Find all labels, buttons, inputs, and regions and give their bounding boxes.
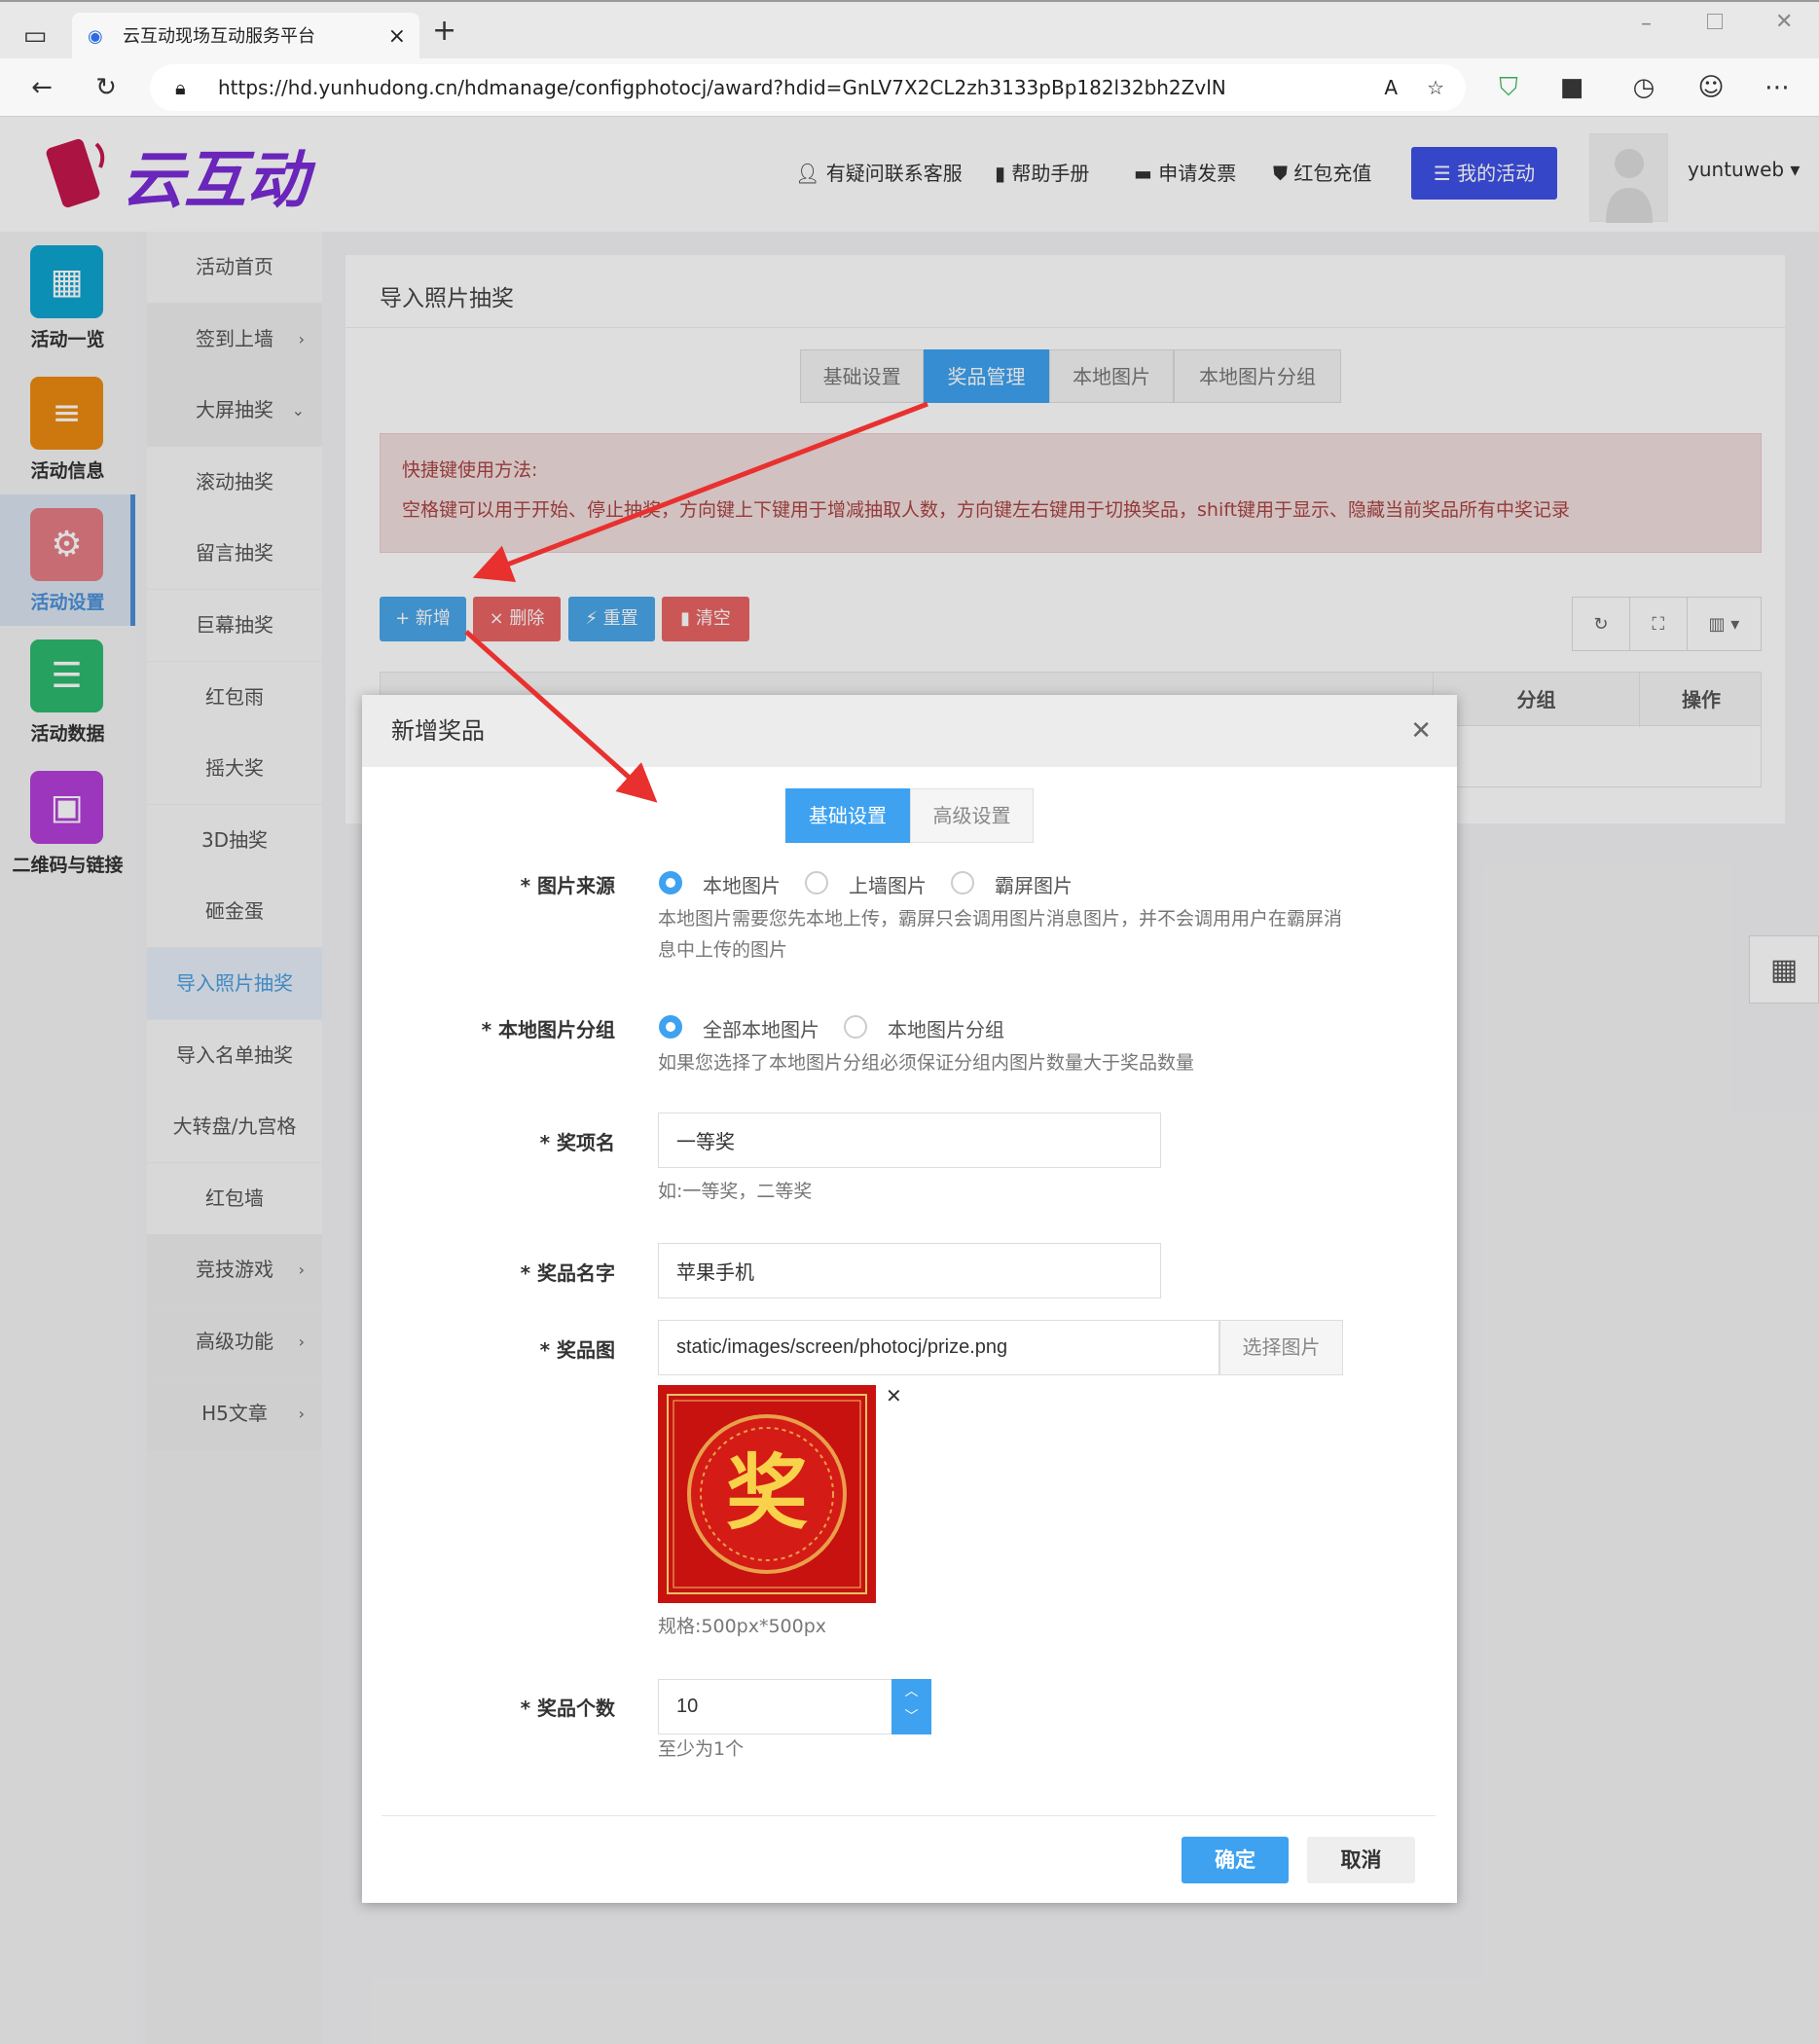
close-tab-icon[interactable]: ×: [388, 13, 406, 60]
svg-text:奖: 奖: [726, 1445, 808, 1541]
prize-label: * 奖品名字: [520, 1261, 615, 1285]
decrement-icon[interactable]: ﹀: [891, 1704, 931, 1730]
modal-title: 新增奖品: [391, 717, 485, 745]
image-spec: 规格:500px*500px: [658, 1616, 827, 1637]
lock-icon: 🔒︎: [175, 76, 186, 99]
extension-icon[interactable]: ■: [1552, 58, 1591, 117]
close-icon[interactable]: ✕: [1410, 695, 1432, 767]
group-help: 如果您选择了本地图片分组必须保证分组内图片数量大于奖品数量: [658, 1052, 1195, 1074]
tab-basic-settings[interactable]: 基础设置: [785, 788, 910, 843]
profile-icon[interactable]: ☺: [1692, 58, 1730, 117]
refresh-icon[interactable]: ↻: [87, 58, 126, 117]
award-name-input[interactable]: [658, 1113, 1161, 1168]
radio-local-image[interactable]: [659, 871, 682, 894]
source-label: * 图片来源: [520, 874, 615, 897]
count-help: 至少为1个: [658, 1738, 745, 1760]
read-aloud-icon[interactable]: A: [1384, 64, 1398, 111]
favicon-icon: ◉: [88, 26, 103, 47]
count-stepper[interactable]: ︿ ﹀: [891, 1679, 931, 1734]
prize-count-input[interactable]: [658, 1679, 892, 1734]
close-window-button[interactable]: ✕: [1775, 10, 1793, 34]
award-label: * 奖项名: [539, 1131, 615, 1154]
modal-header: 新增奖品 ✕: [362, 695, 1457, 767]
favorite-icon[interactable]: ☆: [1427, 64, 1444, 111]
option-label: 本地图片: [703, 874, 781, 897]
more-icon[interactable]: ⋯: [1758, 58, 1797, 117]
back-icon[interactable]: ←: [22, 58, 61, 117]
image-path-input[interactable]: [658, 1320, 1219, 1375]
radio-bapin-image[interactable]: [951, 871, 974, 894]
extension-shield-icon[interactable]: ⛉: [1489, 58, 1528, 117]
tab-title: 云互动现场互动服务平台: [123, 26, 315, 47]
browser-tab-strip: ▭ ◉ 云互动现场互动服务平台 × + – ✕: [0, 0, 1819, 60]
increment-icon[interactable]: ︿: [891, 1679, 931, 1704]
prize-image-preview: 奖: [658, 1385, 876, 1603]
add-prize-modal: 新增奖品 ✕ 基础设置 高级设置 * 图片来源 本地图片 上墙图片 霸屏图片 本…: [362, 695, 1457, 1903]
option-label: 上墙图片: [849, 874, 927, 897]
source-help: 本地图片需要您先本地上传，霸屏只会调用图片消息图片，并不会调用用户在霸屏消息中上…: [658, 908, 1343, 961]
remove-image-icon[interactable]: ✕: [886, 1384, 902, 1407]
radio-wall-image[interactable]: [805, 871, 828, 894]
award-help: 如:一等奖，二等奖: [658, 1181, 813, 1202]
divider: [382, 1815, 1436, 1816]
option-label: 霸屏图片: [995, 874, 1073, 897]
address-bar-row: ← ↻ 🔒︎ https://hd.yunhudong.cn/hdmanage/…: [0, 58, 1819, 117]
cancel-button[interactable]: 取消: [1307, 1837, 1415, 1883]
browser-tab[interactable]: ◉ 云互动现场互动服务平台 ×: [72, 13, 419, 60]
confirm-button[interactable]: 确定: [1182, 1837, 1289, 1883]
choose-image-button[interactable]: 选择图片: [1219, 1320, 1343, 1375]
new-tab-button[interactable]: +: [432, 14, 456, 48]
history-icon[interactable]: ◷: [1624, 58, 1663, 117]
image-label: * 奖品图: [539, 1338, 615, 1362]
radio-local-group[interactable]: [844, 1015, 867, 1039]
maximize-button[interactable]: [1707, 14, 1723, 29]
tab-advanced-settings[interactable]: 高级设置: [910, 788, 1034, 843]
minimize-button[interactable]: –: [1641, 12, 1652, 36]
radio-all-local[interactable]: [659, 1015, 682, 1039]
url-input[interactable]: 🔒︎ https://hd.yunhudong.cn/hdmanage/conf…: [150, 64, 1466, 111]
url-text: https://hd.yunhudong.cn/hdmanage/configp…: [218, 76, 1226, 99]
group-label: * 本地图片分组: [481, 1018, 615, 1041]
option-label: 本地图片分组: [888, 1018, 1004, 1041]
option-label: 全部本地图片: [703, 1018, 819, 1041]
prize-name-input[interactable]: [658, 1243, 1161, 1298]
count-label: * 奖品个数: [520, 1697, 615, 1720]
